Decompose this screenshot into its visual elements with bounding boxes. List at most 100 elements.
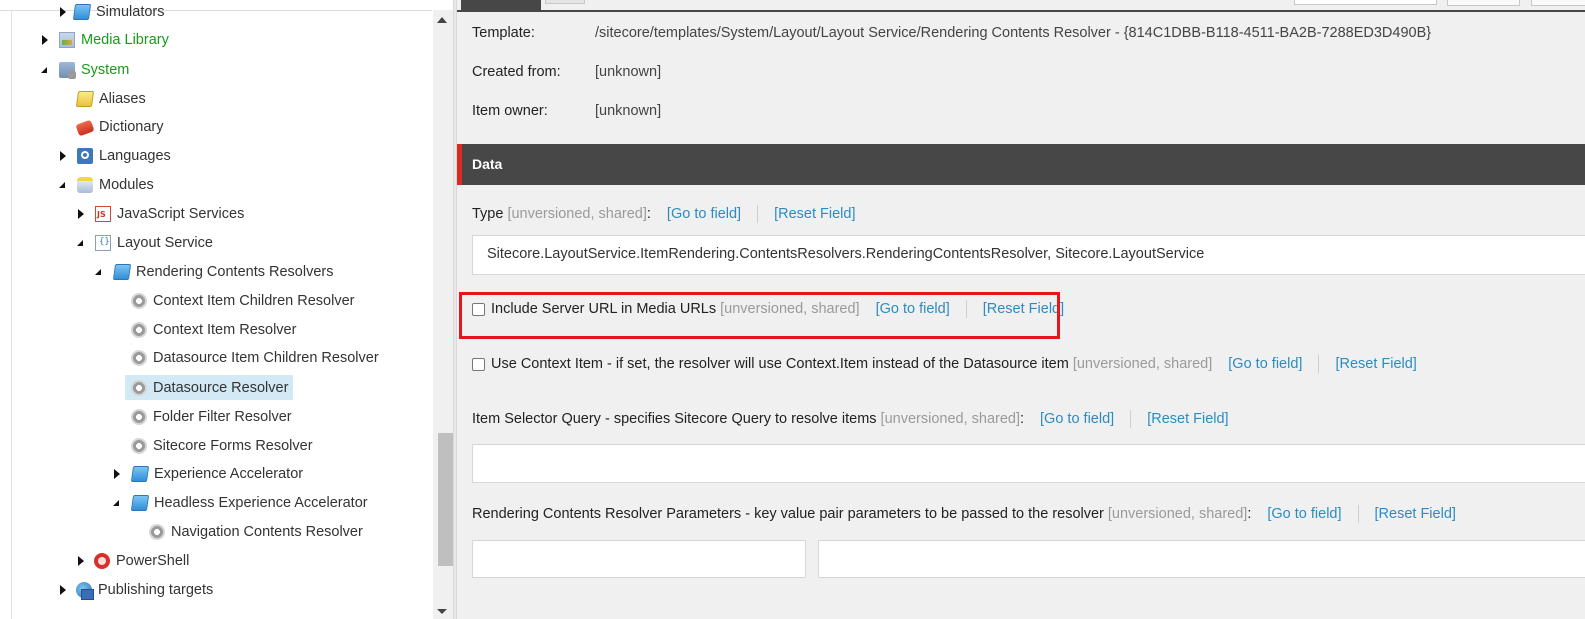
scroll-down-arrow-icon[interactable] — [437, 609, 447, 614]
use-context-item-field: Use Context Item - if set, the resolver … — [472, 355, 1417, 373]
tree-node-navigation-contents-resolver[interactable]: Navigation Contents Resolver — [149, 520, 363, 544]
link-separator — [1318, 355, 1320, 373]
expand-icon[interactable] — [76, 209, 86, 219]
tree-node-datasource-item-children-resolver[interactable]: Datasource Item Children Resolver — [131, 346, 379, 370]
template-value: /sitecore/templates/System/Layout/Layout… — [595, 25, 1432, 41]
param-key-input[interactable] — [472, 540, 806, 578]
scroll-up-arrow-icon[interactable] — [437, 17, 447, 23]
collapse-icon[interactable] — [76, 238, 86, 248]
tree-node-headless-experience-accelerator[interactable]: Headless Experience Accelerator — [110, 491, 368, 515]
languages-icon — [77, 148, 93, 164]
param-value-input[interactable] — [818, 540, 1585, 578]
tree-node-label: Aliases — [99, 91, 146, 107]
collapse-icon[interactable] — [58, 180, 68, 190]
tree-node-publishing-targets[interactable]: Publishing targets — [56, 578, 213, 602]
expand-icon[interactable] — [112, 469, 122, 479]
top-toolbar-button[interactable] — [1447, 0, 1520, 6]
link-separator — [965, 300, 967, 318]
collapse-icon[interactable] — [112, 498, 122, 508]
tree-node-experience-accelerator[interactable]: Experience Accelerator — [110, 462, 303, 486]
tree-node-context-item-children-resolver[interactable]: Context Item Children Resolver — [131, 289, 354, 313]
type-field-header: Type [unversioned, shared] : [Go to fiel… — [472, 205, 855, 223]
tree-node-label: PowerShell — [116, 553, 190, 569]
gear-icon — [131, 350, 147, 366]
tree-node-folder-filter-resolver[interactable]: Folder Filter Resolver — [131, 405, 292, 429]
reset-field-link[interactable]: [Reset Field] — [1335, 356, 1416, 372]
field-meta: [unversioned, shared] — [880, 411, 1020, 427]
field-label: Type — [472, 206, 504, 222]
go-to-field-link[interactable]: [Go to field] — [1040, 411, 1114, 427]
tree-node-label: Navigation Contents Resolver — [171, 524, 363, 540]
tree-node-media-library[interactable]: Media Library — [38, 28, 169, 52]
go-to-field-link[interactable]: [Go to field] — [667, 206, 741, 222]
tree-node-simulators[interactable]: Simulators — [56, 0, 165, 24]
reset-field-link[interactable]: [Reset Field] — [774, 206, 855, 222]
tree-node-languages[interactable]: Languages — [56, 144, 171, 168]
type-input[interactable]: Sitecore.LayoutService.ItemRendering.Con… — [472, 235, 1585, 275]
tree-left-border — [11, 10, 12, 619]
tree-node-dictionary[interactable]: Dictionary — [75, 115, 164, 139]
tree-node-rendering-contents-resolvers[interactable]: Rendering Contents Resolvers — [92, 260, 333, 284]
tree-node-powershell[interactable]: PowerShell — [74, 549, 189, 573]
field-meta: [unversioned, shared] — [1107, 506, 1248, 522]
collapse-icon[interactable] — [94, 267, 104, 277]
expand-icon[interactable] — [76, 556, 86, 566]
tree-node-label: Experience Accelerator — [154, 466, 304, 482]
item-selector-query-header: Item Selector Query - specifies Sitecore… — [472, 410, 1229, 428]
use-context-item-checkbox[interactable] — [472, 357, 485, 371]
top-toolbar-button[interactable] — [1531, 0, 1585, 6]
tree-node-context-item-resolver[interactable]: Context Item Resolver — [131, 318, 296, 342]
expand-icon[interactable] — [40, 35, 50, 45]
tree-node-label: Simulators — [96, 4, 165, 20]
tree-node-label: Sitecore Forms Resolver — [153, 438, 313, 454]
field-label: Include Server URL in Media URLs — [491, 301, 717, 317]
item-owner-value: [unknown] — [595, 103, 662, 119]
top-search-input[interactable] — [1294, 0, 1437, 5]
tree-node-label: System — [81, 62, 130, 78]
section-header-data[interactable]: Data — [457, 144, 1585, 185]
modules-icon — [77, 177, 93, 193]
folder-icon — [75, 91, 95, 107]
tree-node-system[interactable]: System — [38, 58, 129, 82]
tree-node-label: Context Item Children Resolver — [153, 293, 355, 309]
go-to-field-link[interactable]: [Go to field] — [1267, 506, 1341, 522]
created-from-label: Created from: — [472, 64, 561, 80]
editor-tab[interactable] — [545, 0, 585, 4]
expand-icon[interactable] — [58, 151, 68, 161]
go-to-field-link[interactable]: [Go to field] — [876, 301, 950, 317]
reset-field-link[interactable]: [Reset Field] — [1375, 506, 1456, 522]
collapse-icon[interactable] — [40, 65, 50, 75]
editor-tab-active[interactable] — [461, 0, 541, 10]
media-library-icon — [59, 32, 75, 48]
item-selector-query-input[interactable] — [472, 444, 1585, 483]
simulators-icon — [72, 4, 92, 20]
gear-icon — [131, 322, 147, 338]
tree-node-sitecore-forms-resolver[interactable]: Sitecore Forms Resolver — [131, 434, 313, 458]
gear-icon — [131, 379, 147, 396]
expand-icon[interactable] — [58, 7, 68, 17]
expand-icon[interactable] — [58, 585, 68, 595]
gear-icon — [149, 524, 165, 540]
tree-node-label: Datasource Resolver — [153, 379, 289, 396]
include-server-url-checkbox[interactable] — [472, 302, 485, 316]
tree-node-label: Rendering Contents Resolvers — [136, 264, 334, 280]
reset-field-link[interactable]: [Reset Field] — [1147, 411, 1228, 427]
include-server-url-field: Include Server URL in Media URLs [unvers… — [472, 300, 1064, 318]
tree-node-modules[interactable]: Modules — [56, 173, 154, 197]
tree-node-label: Headless Experience Accelerator — [154, 495, 368, 511]
tree-node-label: Context Item Resolver — [153, 322, 297, 338]
gear-icon — [131, 409, 147, 425]
dictionary-icon — [75, 119, 95, 137]
field-label: Rendering Contents Resolver Parameters -… — [472, 506, 1104, 522]
go-to-field-link[interactable]: [Go to field] — [1228, 356, 1302, 372]
tree-node-datasource-resolver[interactable]: Datasource Resolver — [125, 375, 294, 400]
reset-field-link[interactable]: [Reset Field] — [983, 301, 1064, 317]
field-colon: : — [1020, 411, 1025, 427]
tree-node-aliases[interactable]: Aliases — [75, 87, 146, 111]
tree-node-javascript-services[interactable]: JavaScript Services — [74, 202, 244, 226]
publishing-targets-icon — [76, 582, 94, 600]
field-label: Item Selector Query - specifies Sitecore… — [472, 411, 877, 427]
tree-node-label: Datasource Item Children Resolver — [153, 350, 379, 366]
tree-node-label: Dictionary — [99, 119, 164, 135]
tree-node-layout-service[interactable]: Layout Service — [74, 231, 213, 255]
